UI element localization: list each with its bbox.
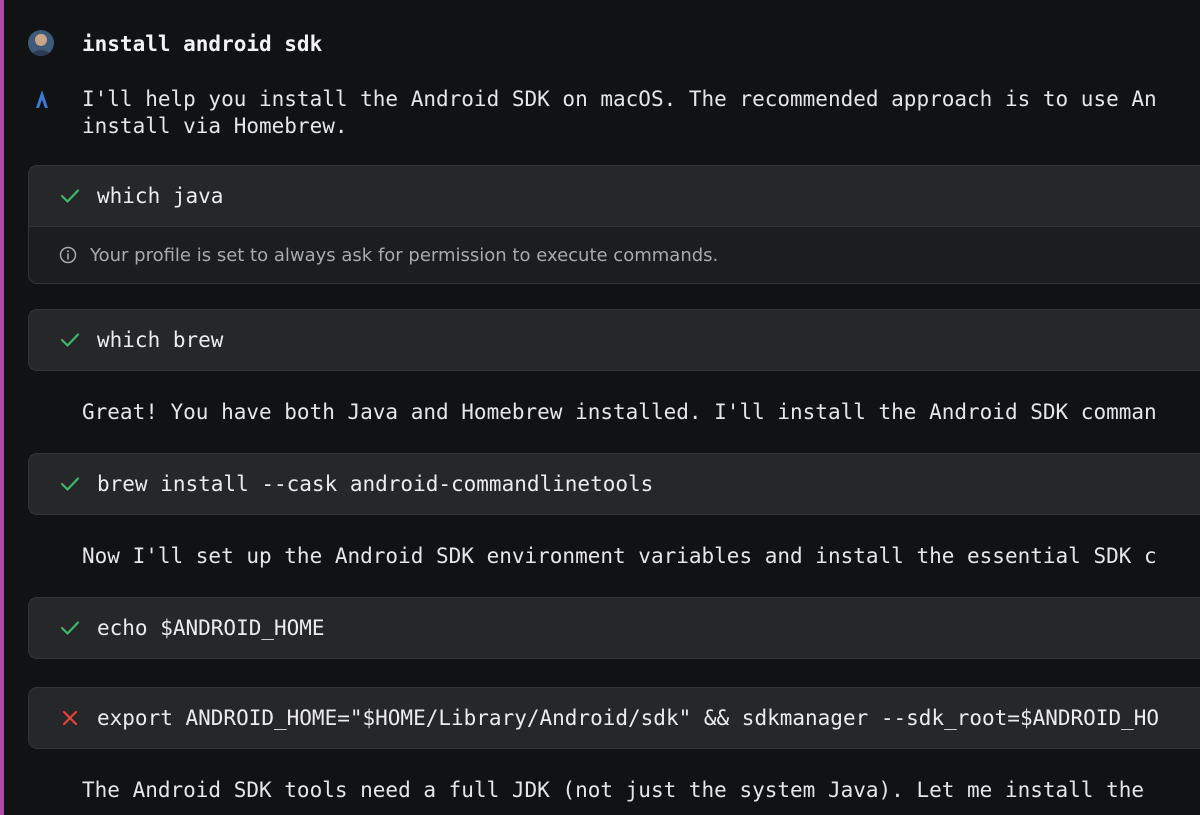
assistant-intro-line-2: install via Homebrew. xyxy=(82,114,348,138)
assistant-icon xyxy=(36,90,48,108)
command-card-export-android-home[interactable]: export ANDROID_HOME="$HOME/Library/Andro… xyxy=(28,687,1200,749)
command-text: echo $ANDROID_HOME xyxy=(97,616,325,640)
x-icon xyxy=(59,707,81,729)
conversation-accent-bar xyxy=(0,0,4,815)
check-icon xyxy=(59,617,81,639)
command-text: which brew xyxy=(97,328,224,352)
user-message-row: install android sdk xyxy=(28,30,322,56)
command-text: brew install --cask android-commandlinet… xyxy=(97,472,654,496)
command-card-echo-android-home[interactable]: echo $ANDROID_HOME xyxy=(28,597,1200,659)
command-text: export ANDROID_HOME="$HOME/Library/Andro… xyxy=(97,706,1160,730)
info-icon xyxy=(59,246,77,264)
check-icon xyxy=(59,329,81,351)
check-icon xyxy=(59,473,81,495)
assistant-intro-line-1: I'll help you install the Android SDK on… xyxy=(82,87,1157,111)
user-message-text: install android sdk xyxy=(82,32,323,56)
command-card-which-java[interactable]: which java Your profile is set to always… xyxy=(28,165,1200,284)
command-card-brew-install[interactable]: brew install --cask android-commandlinet… xyxy=(28,453,1200,515)
assistant-message: Now I'll set up the Android SDK environm… xyxy=(82,544,1157,568)
assistant-message: The Android SDK tools need a full JDK (n… xyxy=(82,778,1145,802)
user-avatar xyxy=(28,30,54,56)
command-card-which-brew[interactable]: which brew xyxy=(28,309,1200,371)
assistant-message: Great! You have both Java and Homebrew i… xyxy=(82,400,1157,424)
command-text: which java xyxy=(97,184,224,208)
check-icon xyxy=(59,185,81,207)
permission-note: Your profile is set to always ask for pe… xyxy=(29,226,1200,283)
permission-note-text: Your profile is set to always ask for pe… xyxy=(90,244,719,266)
